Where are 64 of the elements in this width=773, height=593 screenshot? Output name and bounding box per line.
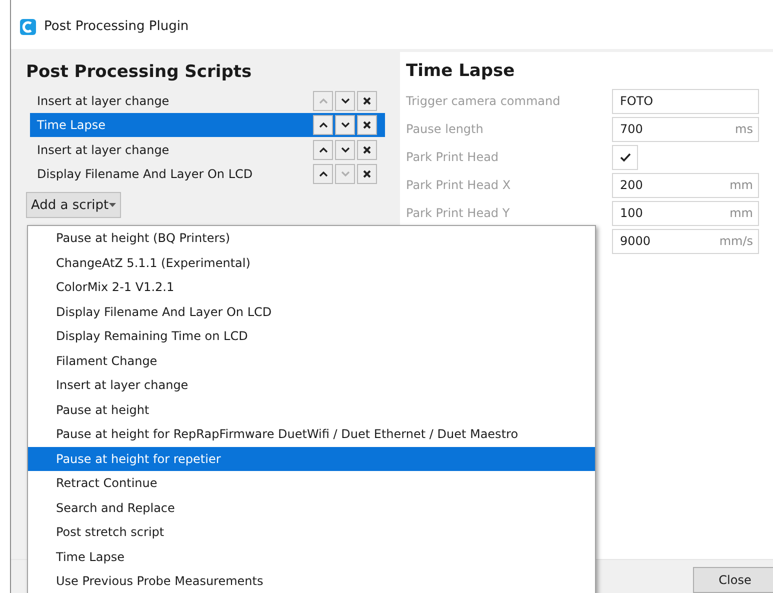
menu-item[interactable]: Time Lapse <box>28 544 595 569</box>
script-row[interactable]: Display Filename And Layer On LCD <box>30 162 385 186</box>
menu-item[interactable]: Pause at height <box>28 398 595 422</box>
menu-item[interactable]: Use Previous Probe Measurements <box>28 569 595 593</box>
chevron-up-icon <box>318 122 328 128</box>
chevron-down-icon <box>340 146 350 153</box>
add-script-button[interactable]: Add a script <box>26 192 121 218</box>
menu-item[interactable]: Pause at height for repetier <box>28 446 595 471</box>
menu-item[interactable]: Display Remaining Time on LCD <box>28 324 595 348</box>
close-button[interactable]: Close <box>693 567 773 593</box>
setting-label: Trigger camera command <box>406 94 562 108</box>
chevron-up-icon <box>318 98 328 104</box>
panel-heading: Post Processing Scripts <box>26 62 253 82</box>
menu-item[interactable]: ChangeAtZ 5.1.1 (Experimental) <box>28 250 595 275</box>
close-icon <box>363 121 371 130</box>
remove-button[interactable] <box>357 140 377 160</box>
checkbox[interactable] <box>612 144 638 170</box>
script-row[interactable]: Insert at layer change <box>30 88 385 113</box>
setting-label: Park Print Head X <box>406 178 512 192</box>
chevron-down-icon <box>340 122 350 128</box>
setting-label: Pause length <box>406 122 484 136</box>
script-name: Display Filename And Layer On LCD <box>37 167 253 182</box>
move-down-button[interactable] <box>335 140 355 160</box>
input-field[interactable]: FOTO <box>612 88 759 114</box>
menu-item[interactable]: Display Filename And Layer On LCD <box>28 300 595 324</box>
script-name: Insert at layer change <box>37 94 170 108</box>
setting-label: Park Print Head Y <box>406 206 511 220</box>
script-row[interactable]: Insert at layer change <box>30 137 385 162</box>
menu-item[interactable]: Insert at layer change <box>28 373 595 398</box>
check-icon <box>620 152 630 162</box>
settings-heading: Time Lapse <box>406 61 516 82</box>
caret-icon <box>108 203 116 208</box>
menu-item[interactable]: Pause at height (BQ Printers) <box>28 226 595 250</box>
close-icon <box>363 170 371 178</box>
remove-button[interactable] <box>357 164 377 184</box>
menu-item[interactable]: Pause at height for RepRapFirmware DuetWifi / Duet Ethernet / Duet Maestro <box>28 422 595 446</box>
move-up-button[interactable] <box>313 164 333 184</box>
window-title: Post Processing Plugin <box>44 19 189 34</box>
move-up-button[interactable] <box>313 115 333 136</box>
menu-item[interactable]: Search and Replace <box>28 496 595 520</box>
input-field[interactable]: 100 mm <box>612 200 759 226</box>
move-down-button[interactable] <box>335 115 355 136</box>
menu-item[interactable]: Filament Change <box>28 348 595 373</box>
input-field[interactable]: 200 mm <box>612 172 759 198</box>
chevron-up-icon <box>318 171 328 178</box>
close-icon <box>363 96 371 105</box>
script-name: Time Lapse <box>37 118 106 132</box>
input-field[interactable]: 9000 mm/s <box>612 228 759 254</box>
input-field[interactable]: 700 ms <box>612 116 759 142</box>
chevron-up-icon <box>318 146 328 153</box>
move-up-button[interactable] <box>313 140 333 160</box>
chevron-down-icon <box>340 171 350 178</box>
remove-button[interactable] <box>357 90 377 111</box>
setting-label: Park Print Head <box>406 150 500 164</box>
close-icon <box>363 146 371 154</box>
remove-button[interactable] <box>357 115 377 136</box>
chevron-down-icon <box>340 98 350 104</box>
menu-item[interactable]: Post stretch script <box>28 520 595 544</box>
menu-item[interactable]: Retract Continue <box>28 471 595 496</box>
script-name: Insert at layer change <box>37 142 170 157</box>
script-row[interactable]: Time Lapse <box>30 112 385 138</box>
menu-item[interactable]: ColorMix 2-1 V1.2.1 <box>28 275 595 300</box>
move-down-button[interactable] <box>335 90 355 111</box>
app-logo-icon <box>20 18 36 35</box>
